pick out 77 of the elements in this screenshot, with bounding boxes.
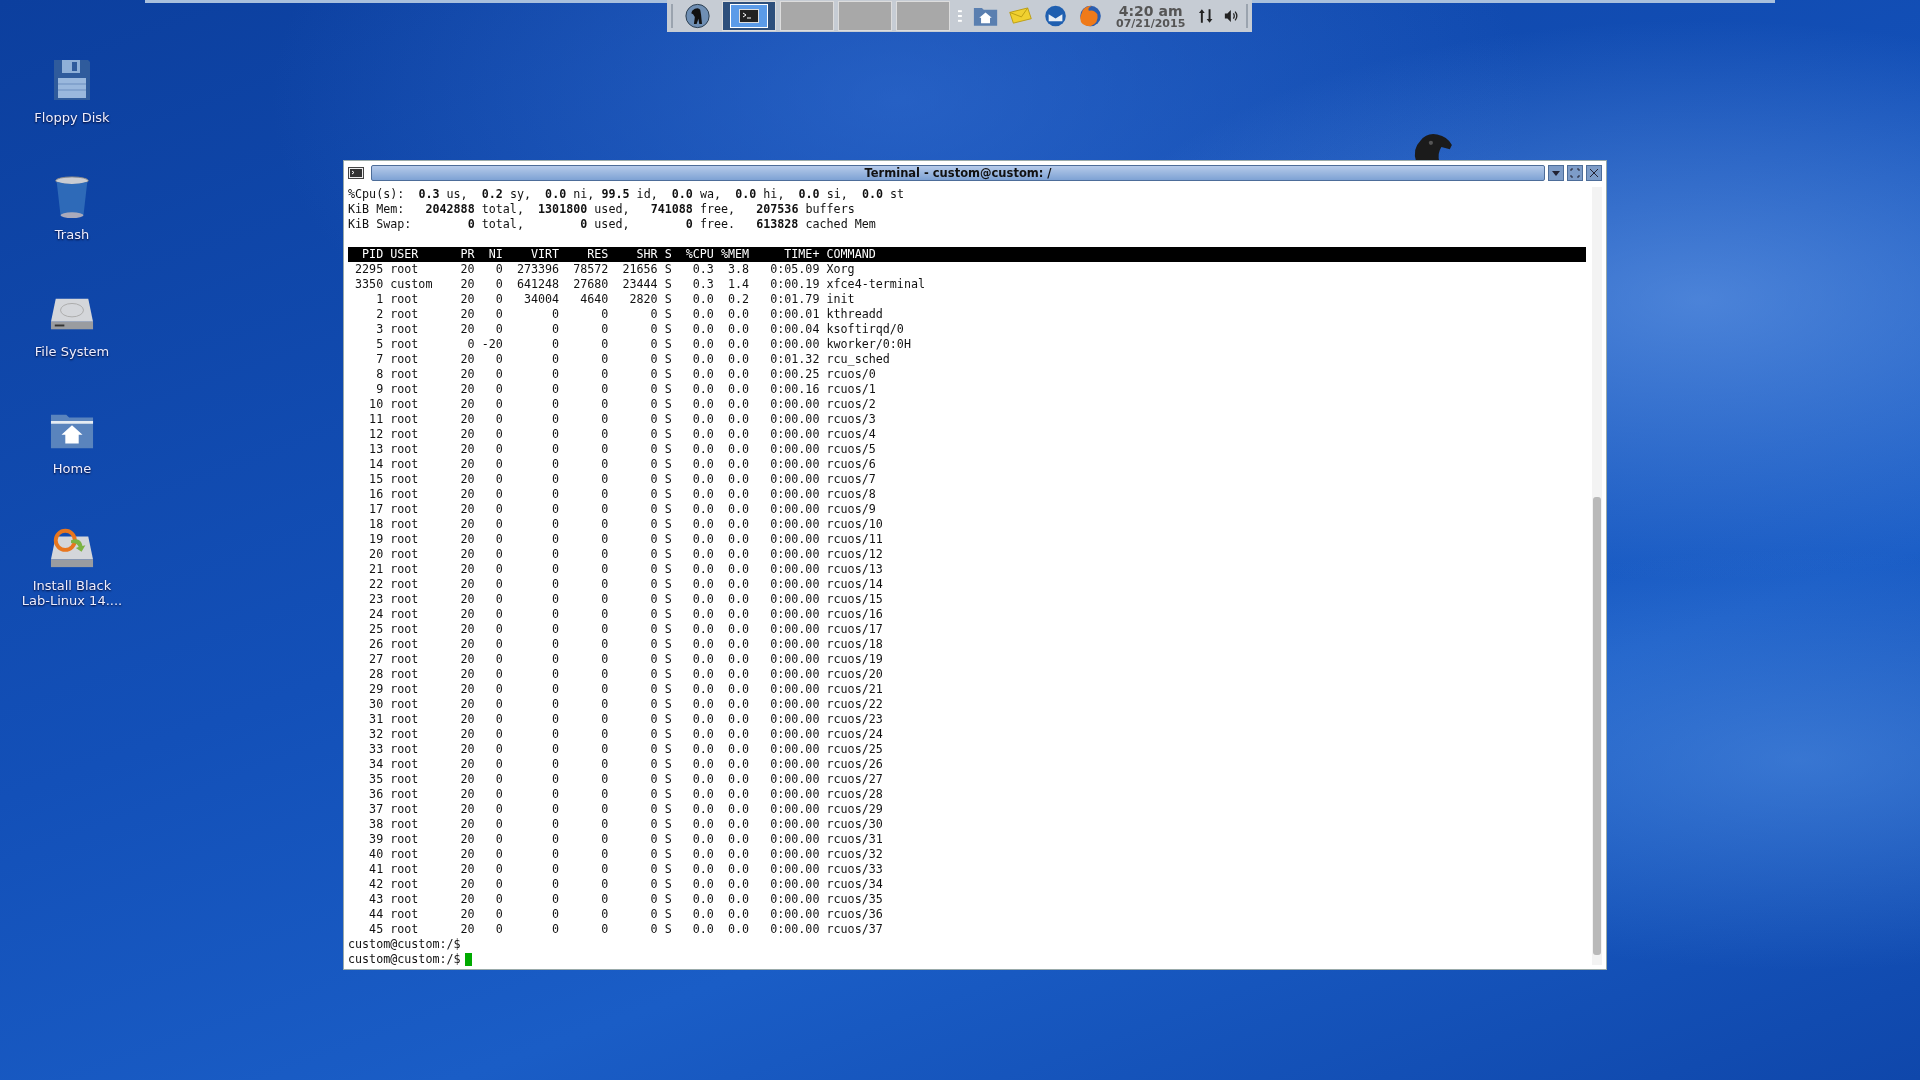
process-row-text: 35 root 20 0 0 0 0 S 0.0 0.0 0:00.00 rcuos/27: [368, 772, 884, 787]
process-row-text: 36 root 20 0 0 0 0 S 0.0 0.0 0:00.00 rcuos/28: [368, 787, 884, 802]
process-row-text: 15 root 20 0 0 0 0 S 0.0 0.0 0:00.00 rcuos/7: [368, 472, 877, 487]
desktop-icon-label[interactable]: File System: [17, 344, 127, 359]
summary-line: %Cpu(s): 0.3 us, 0.2 sy, 0.0 ni, 99.5 id, 0.0 wa, 0.0 hi, 0.0 si, 0.0 st: [348, 187, 906, 202]
dog-logo-icon[interactable]: [684, 3, 710, 29]
shell-prompt: custom@custom:/$: [348, 937, 461, 952]
mail-bird-icon[interactable]: [1042, 4, 1068, 28]
desktop-icon-label[interactable]: Install Black Lab-Linux 14....: [17, 578, 127, 608]
scrollbar[interactable]: [1592, 187, 1602, 965]
process-row-text: 20 root 20 0 0 0 0 S 0.0 0.0 0:00.00 rcuos/12: [368, 547, 884, 562]
caret-icon: [1551, 168, 1561, 178]
text-cursor: [464, 953, 472, 966]
process-row-text: 43 root 20 0 0 0 0 S 0.0 0.0 0:00.00 rcuos/35: [368, 892, 884, 907]
summary-line: KiB Mem: 2042888 total, 1301800 used, 741088 free, 207536 buffers: [348, 202, 856, 217]
process-row-text: 8 root 20 0 0 0 0 S 0.0 0.0 0:00.25 rcuos/0: [375, 367, 877, 382]
process-row-text: 24 root 20 0 0 0 0 S 0.0 0.0 0:00.00 rcuos/16: [368, 607, 884, 622]
process-row-text: 3 root 20 0 0 0 0 S 0.0 0.0 0:00.04 ksoftirqd/0: [375, 322, 905, 337]
process-row-text: 27 root 20 0 0 0 0 S 0.0 0.0 0:00.00 rcuos/19: [368, 652, 884, 667]
clock-time: 4:20 am: [1118, 3, 1183, 18]
process-row-text: 32 root 20 0 0 0 0 S 0.0 0.0 0:00.00 rcuos/24: [368, 727, 884, 742]
summary-line: KiB Swap: 0 total, 0 used, 0 free. 613828 cached Mem: [348, 217, 877, 232]
process-row-text: 17 root 20 0 0 0 0 S 0.0 0.0 0:00.00 rcuos/9: [368, 502, 877, 517]
fox-globe-icon[interactable]: [1077, 4, 1103, 28]
process-row-text: 40 root 20 0 0 0 0 S 0.0 0.0 0:00.00 rcuos/32: [368, 847, 884, 862]
column-header: PID USER PR NI VIRT RES SHR S %CPU %MEM TIME+ COMMAND: [348, 247, 1586, 262]
process-row-text: 10 root 20 0 0 0 0 S 0.0 0.0 0:00.00 rcuos/2: [368, 397, 877, 412]
process-row-text: 28 root 20 0 0 0 0 S 0.0 0.0 0:00.00 rcuos/20: [368, 667, 884, 682]
desktop-icon-label[interactable]: Floppy Disk: [17, 110, 127, 125]
desktop-icon-label[interactable]: Trash: [17, 227, 127, 242]
process-row-text: 26 root 20 0 0 0 0 S 0.0 0.0 0:00.00 rcuos/18: [368, 637, 884, 652]
process-row-text: 14 root 20 0 0 0 0 S 0.0 0.0 0:00.00 rcuos/6: [368, 457, 877, 472]
process-row-text: 31 root 20 0 0 0 0 S 0.0 0.0 0:00.00 rcuos/23: [368, 712, 884, 727]
process-row-text: 21 root 20 0 0 0 0 S 0.0 0.0 0:00.00 rcuos/13: [368, 562, 884, 577]
process-row-text: 42 root 20 0 0 0 0 S 0.0 0.0 0:00.00 rcuos/34: [368, 877, 884, 892]
process-row-text: 9 root 20 0 0 0 0 S 0.0 0.0 0:00.16 rcuos/1: [375, 382, 877, 397]
process-row-text: 29 root 20 0 0 0 0 S 0.0 0.0 0:00.00 rcuos/21: [368, 682, 884, 697]
process-row-text: 37 root 20 0 0 0 0 S 0.0 0.0 0:00.00 rcuos/29: [368, 802, 884, 817]
process-row-text: 5 root 0 -20 0 0 0 S 0.0 0.0 0:00.00 kworker/0:0H: [375, 337, 912, 352]
installer-drive-icon[interactable]: [50, 526, 94, 570]
process-row-text: 3350 custom 20 0 641248 27680 23444 S 0.3 1.4 0:00.19 xfce4-terminal: [354, 277, 926, 292]
close-icon: [1589, 168, 1599, 178]
maximize-icon: [1570, 168, 1580, 178]
minimize-button[interactable]: [1548, 165, 1564, 181]
process-row-text: 25 root 20 0 0 0 0 S 0.0 0.0 0:00.00 rcuos/17: [368, 622, 884, 637]
process-row-text: 30 root 20 0 0 0 0 S 0.0 0.0 0:00.00 rcuos/22: [368, 697, 884, 712]
terminal-icon: [729, 4, 768, 28]
process-row-text: 13 root 20 0 0 0 0 S 0.0 0.0 0:00.00 rcuos/5: [368, 442, 877, 457]
scrollbar-thumb[interactable]: [1593, 497, 1601, 955]
clock-date: 07/21/2015: [1116, 17, 1186, 29]
process-row-text: 16 root 20 0 0 0 0 S 0.0 0.0 0:00.00 rcuos/8: [368, 487, 877, 502]
process-row-text: 38 root 20 0 0 0 0 S 0.0 0.0 0:00.00 rcuos/30: [368, 817, 884, 832]
close-button[interactable]: [1586, 165, 1602, 181]
process-row-text: 45 root 20 0 0 0 0 S 0.0 0.0 0:00.00 rcuos/37: [368, 922, 884, 937]
handle-icon[interactable]: [957, 9, 962, 23]
process-row-text: 2 root 20 0 0 0 0 S 0.0 0.0 0:00.01 kthreadd: [375, 307, 884, 322]
process-row-text: 12 root 20 0 0 0 0 S 0.0 0.0 0:00.00 rcuos/4: [368, 427, 877, 442]
network-arrows-icon[interactable]: [1198, 8, 1214, 24]
process-row-text: 44 root 20 0 0 0 0 S 0.0 0.0 0:00.00 rcuos/36: [368, 907, 884, 922]
process-row-text: 1 root 20 0 34004 4640 2820 S 0.0 0.2 0:01.79 init: [375, 292, 856, 307]
process-row-text: 41 root 20 0 0 0 0 S 0.0 0.0 0:00.00 rcuos/33: [368, 862, 884, 877]
process-row-text: 22 root 20 0 0 0 0 S 0.0 0.0 0:00.00 rcuos/14: [368, 577, 884, 592]
process-row-text: 18 root 20 0 0 0 0 S 0.0 0.0 0:00.00 rcuos/10: [368, 517, 884, 532]
process-row-text: 2295 root 20 0 273396 78572 21656 S 0.3 3.8 0:05.09 Xorg: [354, 262, 856, 277]
process-row-text: 7 root 20 0 0 0 0 S 0.0 0.0 0:01.32 rcu_sched: [375, 352, 891, 367]
process-row-text: 11 root 20 0 0 0 0 S 0.0 0.0 0:00.00 rcuos/3: [368, 412, 877, 427]
process-row-text: 34 root 20 0 0 0 0 S 0.0 0.0 0:00.00 rcuos/26: [368, 757, 884, 772]
process-row-text: 39 root 20 0 0 0 0 S 0.0 0.0 0:00.00 rcuos/31: [368, 832, 884, 847]
shell-prompt: custom@custom:/$: [348, 952, 461, 967]
window-title: Terminal - custom@custom: /: [371, 165, 1545, 181]
taskbar-button[interactable]: [721, 1, 776, 31]
desktop-icon-label[interactable]: Home: [17, 461, 127, 476]
process-row-text: 23 root 20 0 0 0 0 S 0.0 0.0 0:00.00 rcuos/15: [368, 592, 884, 607]
volume-icon[interactable]: [1223, 8, 1240, 24]
process-row-text: 33 root 20 0 0 0 0 S 0.0 0.0 0:00.00 rcuos/25: [368, 742, 884, 757]
terminal-icon[interactable]: [348, 167, 364, 179]
process-row-text: 19 root 20 0 0 0 0 S 0.0 0.0 0:00.00 rcuos/11: [368, 532, 884, 547]
